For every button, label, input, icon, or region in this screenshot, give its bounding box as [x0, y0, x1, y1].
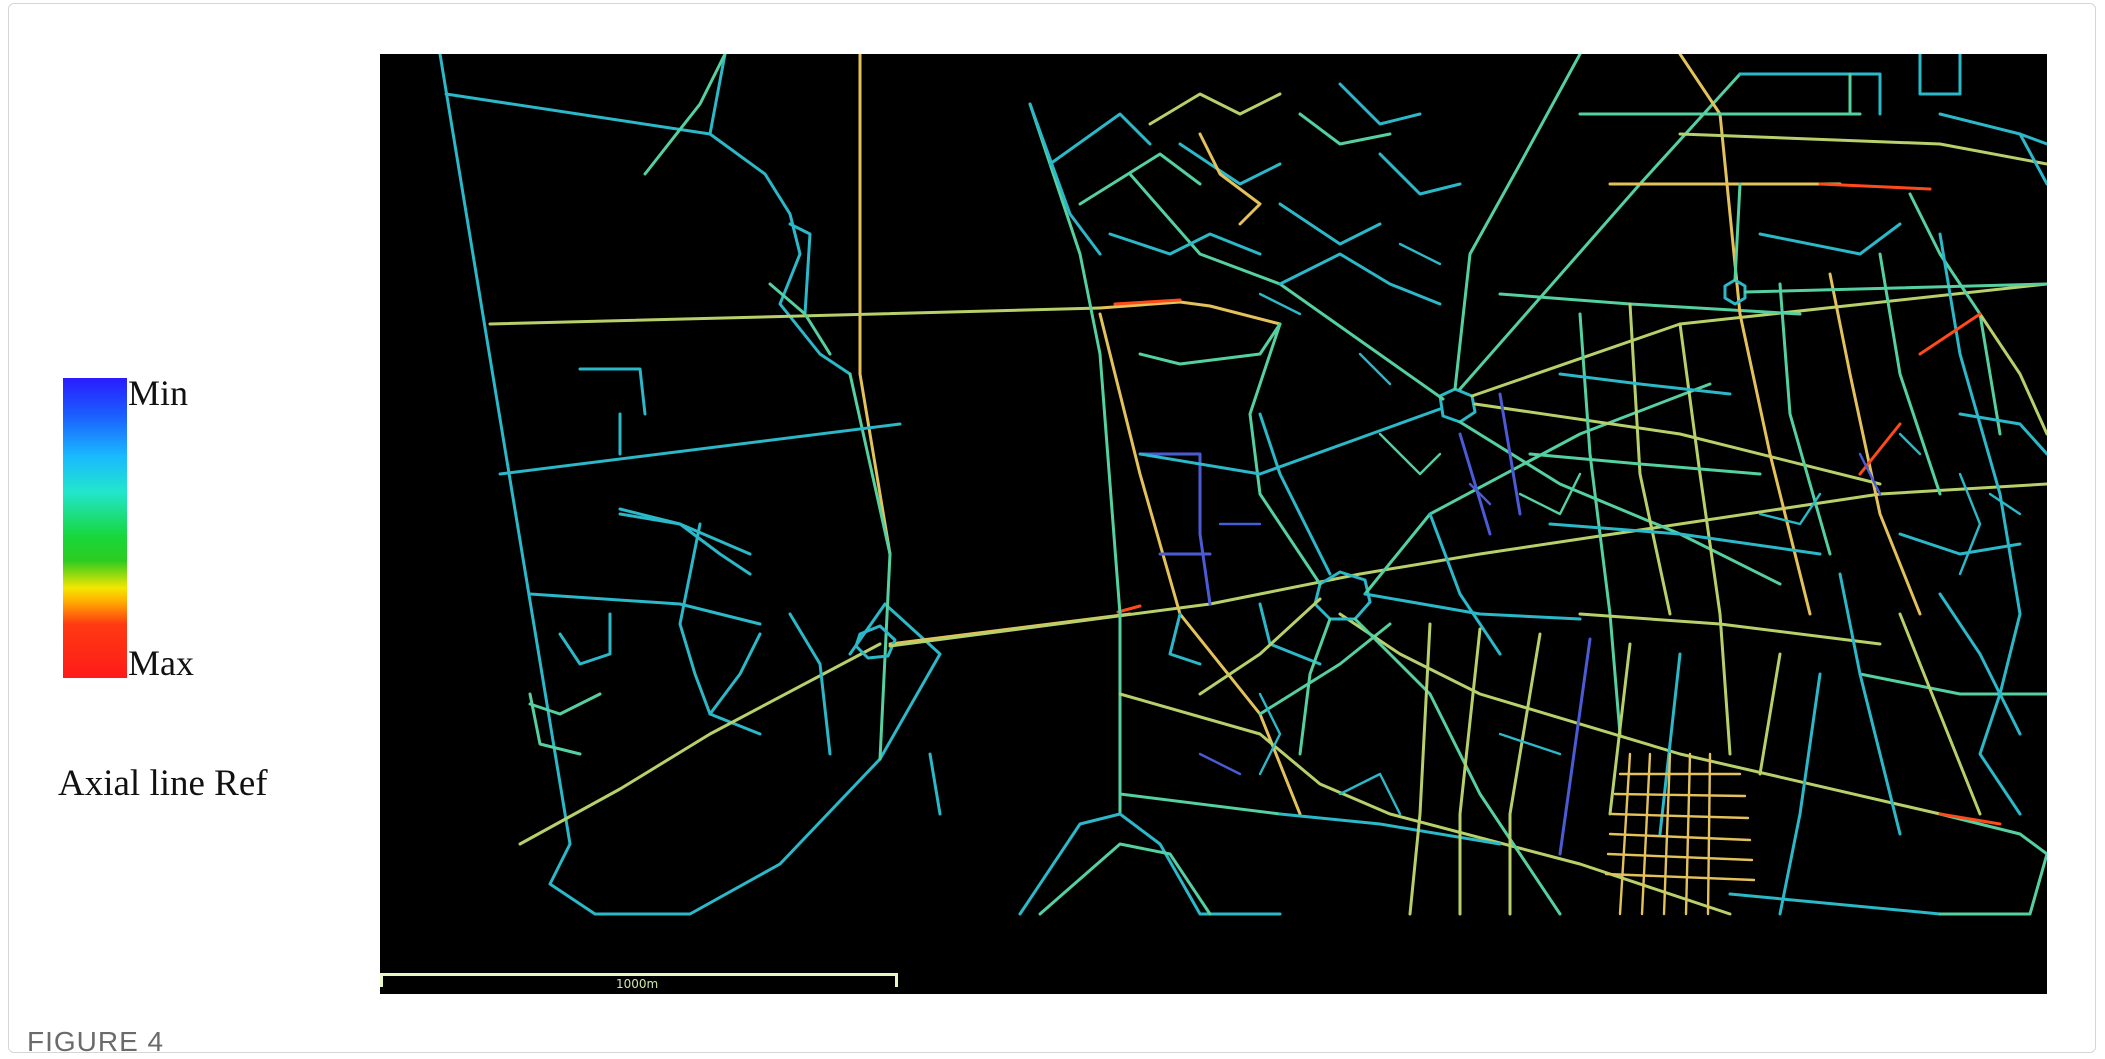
central-corridor-streets	[888, 102, 2047, 916]
scale-bar-tick-left	[380, 973, 383, 987]
street-network	[438, 54, 2047, 916]
legend-gradient-bar	[63, 378, 127, 678]
color-legend: Min Max	[60, 373, 300, 683]
legend-max-label: Max	[128, 643, 194, 683]
west-roundabout	[854, 624, 897, 660]
scale-bar-label: 1000m	[616, 977, 659, 991]
scale-bar-line	[380, 973, 898, 976]
scale-bar-tick-right	[895, 973, 898, 987]
scale-bar: 1000m	[380, 973, 898, 991]
axial-line-caption: Axial line Ref	[58, 763, 268, 804]
west-district-streets	[438, 54, 1132, 916]
axial-line-map	[380, 54, 2047, 994]
figure-number-label: FIGURE 4	[27, 1026, 165, 1057]
legend-min-label: Min	[128, 373, 189, 413]
dense-south-block	[1604, 752, 1756, 916]
